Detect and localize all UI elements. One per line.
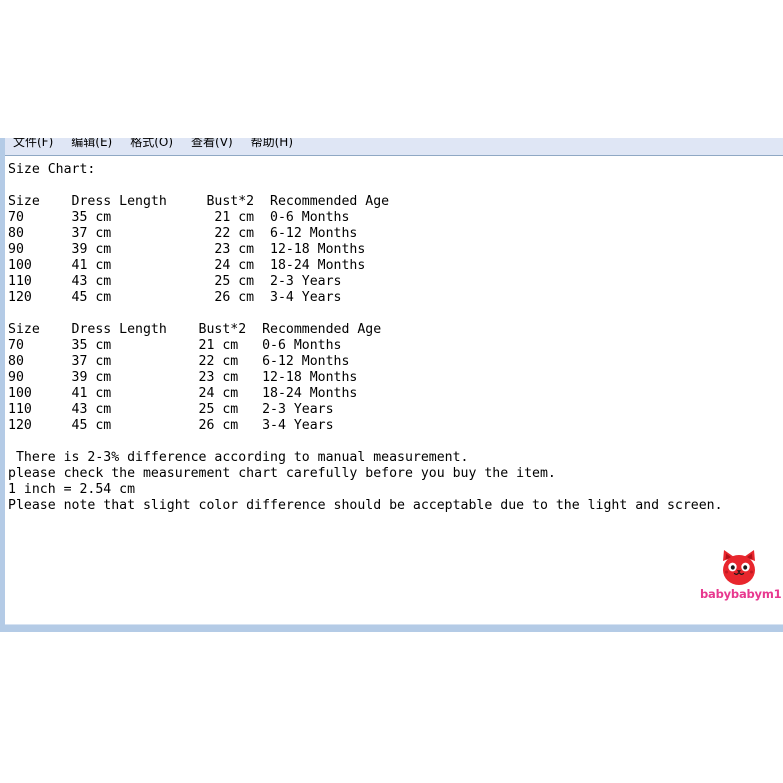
cat-face-icon — [723, 550, 755, 585]
menu-bar: 文件(F) 编辑(E) 格式(O) 查看(V) 帮助(H) — [5, 138, 783, 156]
window-frame-bottom-edge — [0, 625, 783, 632]
notepad-window: 文件(F) 编辑(E) 格式(O) 查看(V) 帮助(H) Size Chart… — [0, 138, 783, 632]
menu-item-edit[interactable]: 编辑(E) — [69, 138, 114, 155]
text-editor-area[interactable]: Size Chart: Size Dress Length Bust*2 Rec… — [5, 156, 783, 624]
menu-item-view[interactable]: 查看(V) — [189, 138, 235, 155]
shop-watermark: babybabym1 — [700, 548, 782, 610]
menu-item-format[interactable]: 格式(O) — [128, 138, 175, 155]
menu-item-file[interactable]: 文件(F) — [11, 138, 55, 155]
size-chart-text: Size Chart: Size Dress Length Bust*2 Rec… — [8, 162, 723, 513]
menu-item-help[interactable]: 帮助(H) — [249, 138, 295, 155]
shop-name-label: babybabym1 — [700, 587, 782, 601]
menu-bar-items: 文件(F) 编辑(E) 格式(O) 查看(V) 帮助(H) — [11, 138, 295, 155]
